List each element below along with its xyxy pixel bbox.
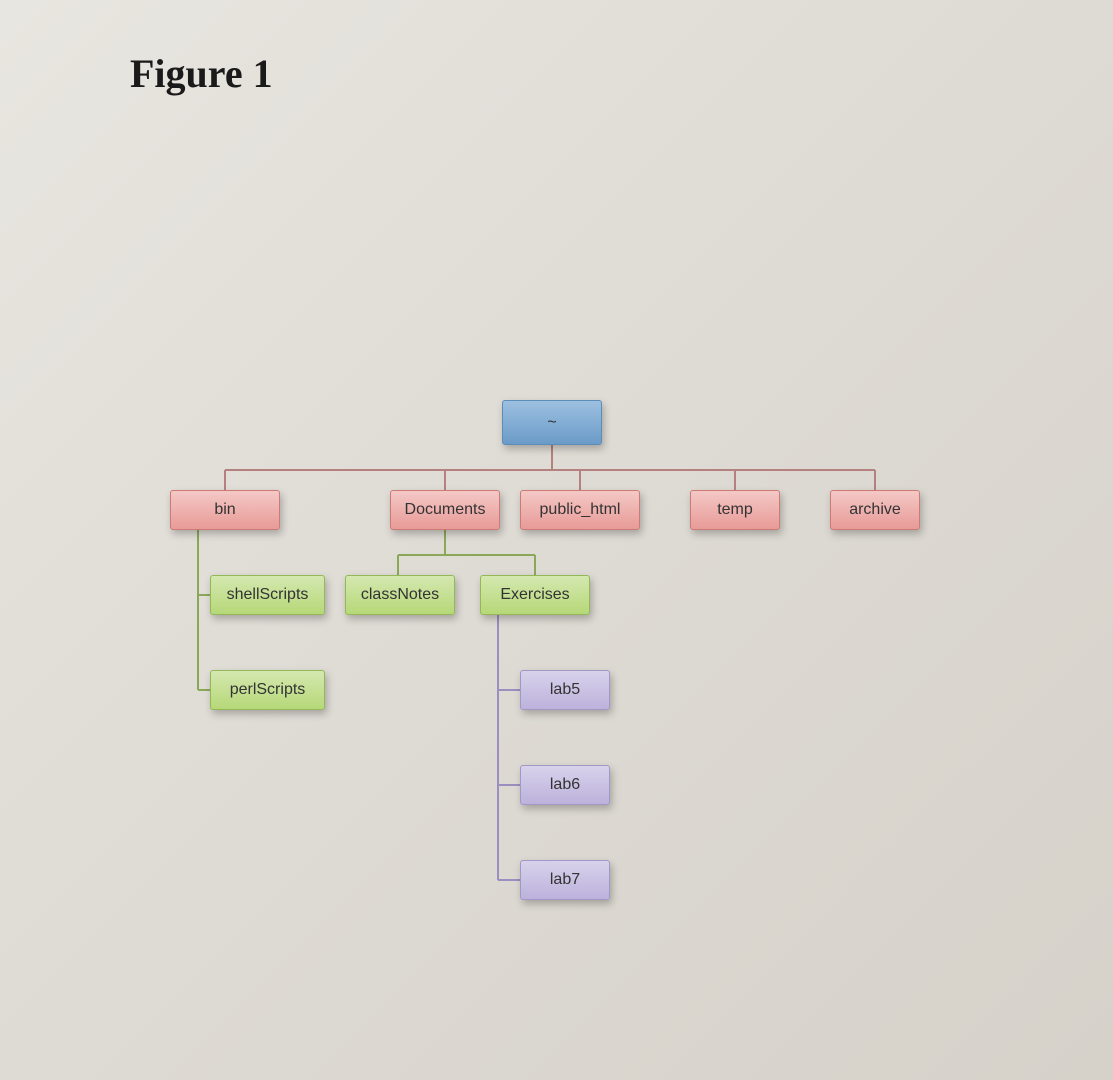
node-label: lab5 <box>550 681 580 699</box>
node-label: Exercises <box>500 586 569 604</box>
node-archive: archive <box>830 490 920 530</box>
node-public-html: public_html <box>520 490 640 530</box>
node-label: bin <box>214 501 235 519</box>
node-lab7: lab7 <box>520 860 610 900</box>
node-bin: bin <box>170 490 280 530</box>
node-label: classNotes <box>361 586 439 604</box>
node-temp: temp <box>690 490 780 530</box>
node-root: ~ <box>502 400 602 445</box>
node-documents: Documents <box>390 490 500 530</box>
node-label: archive <box>849 501 901 519</box>
node-exercises: Exercises <box>480 575 590 615</box>
figure-title: Figure 1 <box>130 50 273 97</box>
tree-connectors <box>0 0 1113 1080</box>
node-label: temp <box>717 501 753 519</box>
node-label: Documents <box>405 501 486 519</box>
node-label: ~ <box>547 414 556 432</box>
node-classnotes: classNotes <box>345 575 455 615</box>
node-label: shellScripts <box>227 586 309 604</box>
node-shellscripts: shellScripts <box>210 575 325 615</box>
node-label: lab6 <box>550 776 580 794</box>
node-label: perlScripts <box>230 681 306 699</box>
node-label: lab7 <box>550 871 580 889</box>
node-label: public_html <box>540 501 621 519</box>
node-lab5: lab5 <box>520 670 610 710</box>
node-lab6: lab6 <box>520 765 610 805</box>
node-perlscripts: perlScripts <box>210 670 325 710</box>
